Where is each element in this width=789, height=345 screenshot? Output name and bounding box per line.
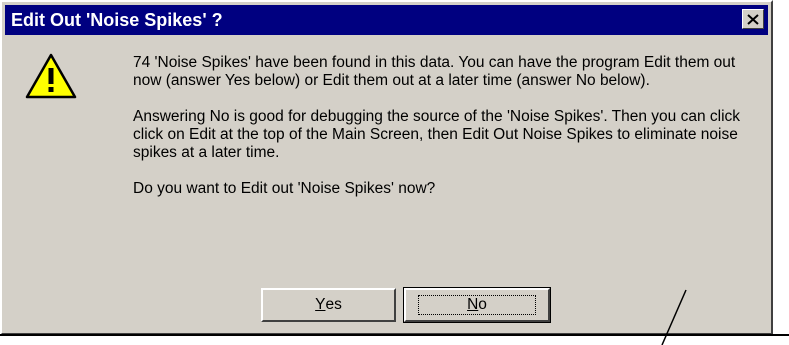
yes-label-rest: es <box>325 296 342 313</box>
yes-button[interactable]: Yes <box>261 288 396 322</box>
title-bar[interactable]: Edit Out 'Noise Spikes' ? <box>5 5 768 35</box>
warning-icon <box>25 53 77 99</box>
close-button[interactable] <box>742 9 764 29</box>
focus-rectangle: No <box>418 295 536 315</box>
no-label-rest: o <box>478 296 487 313</box>
no-mnemonic: N <box>467 296 479 313</box>
edit-out-noise-spikes-dialog: Edit Out 'Noise Spikes' ? 74 'Noise Spik… <box>0 0 773 335</box>
message-area: 74 'Noise Spikes' have been found in thi… <box>133 54 758 216</box>
dialog-title: Edit Out 'Noise Spikes' ? <box>11 9 223 30</box>
bottom-border-line <box>0 334 789 336</box>
message-paragraph-2: Answering No is good for debugging the s… <box>133 108 741 161</box>
no-button[interactable]: No <box>403 287 551 323</box>
yes-mnemonic: Y <box>315 296 326 313</box>
message-paragraph-1: 74 'Noise Spikes' have been found in thi… <box>133 54 736 89</box>
close-icon <box>747 13 759 25</box>
question-text: Do you want to Edit out 'Noise Spikes' n… <box>133 180 436 197</box>
